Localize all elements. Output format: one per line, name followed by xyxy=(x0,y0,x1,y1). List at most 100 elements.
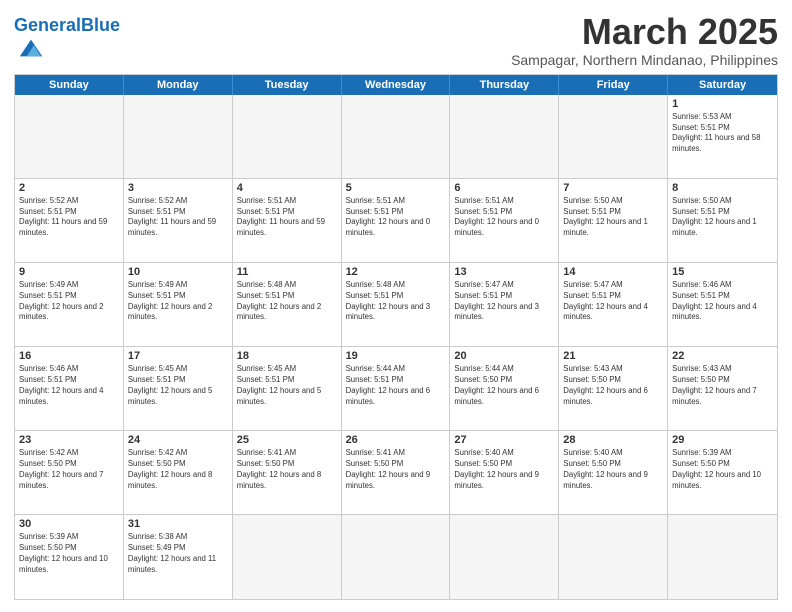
calendar-week-1: 2 Sunrise: 5:52 AMSunset: 5:51 PMDaylight… xyxy=(15,179,777,263)
page: GeneralBlue March 2025 Sampagar, Norther… xyxy=(0,0,792,612)
cell-date: 25 xyxy=(237,434,337,446)
calendar-cell-empty xyxy=(233,95,342,178)
cell-info: Sunrise: 5:38 AMSunset: 5:49 PMDaylight:… xyxy=(128,532,228,576)
cell-date: 26 xyxy=(346,434,446,446)
cell-info: Sunrise: 5:48 AMSunset: 5:51 PMDaylight:… xyxy=(237,280,337,324)
calendar-cell-29: 29 Sunrise: 5:39 AMSunset: 5:50 PMDayligh… xyxy=(668,431,777,514)
calendar-cell-16: 16 Sunrise: 5:46 AMSunset: 5:51 PMDayligh… xyxy=(15,347,124,430)
calendar-cell-15: 15 Sunrise: 5:46 AMSunset: 5:51 PMDayligh… xyxy=(668,263,777,346)
calendar-cell-empty xyxy=(450,95,559,178)
cell-date: 4 xyxy=(237,182,337,194)
logo: GeneralBlue xyxy=(14,16,120,67)
day-header-friday: Friday xyxy=(559,75,668,95)
cell-date: 24 xyxy=(128,434,228,446)
cell-info: Sunrise: 5:45 AMSunset: 5:51 PMDaylight:… xyxy=(128,364,228,408)
cell-date: 2 xyxy=(19,182,119,194)
cell-info: Sunrise: 5:48 AMSunset: 5:51 PMDaylight:… xyxy=(346,280,446,324)
cell-info: Sunrise: 5:44 AMSunset: 5:50 PMDaylight:… xyxy=(454,364,554,408)
cell-date: 7 xyxy=(563,182,663,194)
cell-date: 3 xyxy=(128,182,228,194)
calendar-cell-19: 19 Sunrise: 5:44 AMSunset: 5:51 PMDayligh… xyxy=(342,347,451,430)
calendar-cell-1: 1Sunrise: 5:53 AMSunset: 5:51 PMDaylight… xyxy=(668,95,777,178)
logo-icon xyxy=(17,34,45,62)
cell-info: Sunrise: 5:53 AMSunset: 5:51 PMDaylight:… xyxy=(672,112,773,156)
cell-date: 10 xyxy=(128,266,228,278)
cell-info: Sunrise: 5:43 AMSunset: 5:50 PMDaylight:… xyxy=(563,364,663,408)
calendar-cell-empty xyxy=(233,515,342,599)
cell-date: 11 xyxy=(237,266,337,278)
calendar-cell-empty xyxy=(342,515,451,599)
calendar: SundayMondayTuesdayWednesdayThursdayFrid… xyxy=(14,74,778,600)
calendar-cell-8: 8Sunrise: 5:50 AMSunset: 5:51 PMDaylight… xyxy=(668,179,777,262)
calendar-cell-25: 25Sunrise: 5:41 AMSunset: 5:50 PMDayligh… xyxy=(233,431,342,514)
cell-date: 20 xyxy=(454,350,554,362)
cell-info: Sunrise: 5:44 AMSunset: 5:51 PMDaylight:… xyxy=(346,364,446,408)
calendar-cell-11: 11 Sunrise: 5:48 AMSunset: 5:51 PMDayligh… xyxy=(233,263,342,346)
calendar-cell-22: 22Sunrise: 5:43 AMSunset: 5:50 PMDayligh… xyxy=(668,347,777,430)
cell-info: Sunrise: 5:47 AMSunset: 5:51 PMDaylight:… xyxy=(563,280,663,324)
cell-info: Sunrise: 5:50 AMSunset: 5:51 PMDaylight:… xyxy=(563,196,663,240)
logo-area: GeneralBlue xyxy=(14,12,120,67)
calendar-cell-12: 12 Sunrise: 5:48 AMSunset: 5:51 PMDayligh… xyxy=(342,263,451,346)
calendar-cell-23: 23Sunrise: 5:42 AMSunset: 5:50 PMDayligh… xyxy=(15,431,124,514)
cell-info: Sunrise: 5:49 AMSunset: 5:51 PMDaylight:… xyxy=(128,280,228,324)
cell-date: 19 xyxy=(346,350,446,362)
calendar-cell-31: 31Sunrise: 5:38 AMSunset: 5:49 PMDayligh… xyxy=(124,515,233,599)
logo-text: GeneralBlue xyxy=(14,16,120,34)
cell-date: 28 xyxy=(563,434,663,446)
calendar-week-3: 16 Sunrise: 5:46 AMSunset: 5:51 PMDayligh… xyxy=(15,347,777,431)
calendar-grid: 1Sunrise: 5:53 AMSunset: 5:51 PMDaylight… xyxy=(15,95,777,599)
cell-info: Sunrise: 5:39 AMSunset: 5:50 PMDaylight:… xyxy=(672,448,773,492)
calendar-week-4: 23 Sunrise: 5:42 AMSunset: 5:50 PMDayligh… xyxy=(15,431,777,515)
calendar-cell-10: 10 Sunrise: 5:49 AMSunset: 5:51 PMDayligh… xyxy=(124,263,233,346)
cell-date: 15 xyxy=(672,266,773,278)
cell-info: Sunrise: 5:51 AMSunset: 5:51 PMDaylight:… xyxy=(454,196,554,240)
cell-info: Sunrise: 5:51 AMSunset: 5:51 PMDaylight:… xyxy=(346,196,446,240)
cell-date: 6 xyxy=(454,182,554,194)
cell-date: 16 xyxy=(19,350,119,362)
cell-date: 30 xyxy=(19,518,119,530)
calendar-cell-empty xyxy=(668,515,777,599)
calendar-cell-7: 7 Sunrise: 5:50 AMSunset: 5:51 PMDaylight… xyxy=(559,179,668,262)
cell-date: 13 xyxy=(454,266,554,278)
cell-date: 29 xyxy=(672,434,773,446)
calendar-cell-13: 13Sunrise: 5:47 AMSunset: 5:51 PMDayligh… xyxy=(450,263,559,346)
logo-blue: Blue xyxy=(81,15,120,35)
cell-info: Sunrise: 5:52 AMSunset: 5:51 PMDaylight:… xyxy=(19,196,119,240)
calendar-week-2: 9Sunrise: 5:49 AMSunset: 5:51 PMDaylight… xyxy=(15,263,777,347)
calendar-cell-24: 24 Sunrise: 5:42 AMSunset: 5:50 PMDayligh… xyxy=(124,431,233,514)
calendar-cell-empty xyxy=(342,95,451,178)
cell-date: 5 xyxy=(346,182,446,194)
calendar-cell-4: 4 Sunrise: 5:51 AMSunset: 5:51 PMDaylight… xyxy=(233,179,342,262)
calendar-cell-3: 3Sunrise: 5:52 AMSunset: 5:51 PMDaylight… xyxy=(124,179,233,262)
cell-info: Sunrise: 5:42 AMSunset: 5:50 PMDaylight:… xyxy=(128,448,228,492)
calendar-cell-28: 28Sunrise: 5:40 AMSunset: 5:50 PMDayligh… xyxy=(559,431,668,514)
day-header-monday: Monday xyxy=(124,75,233,95)
cell-info: Sunrise: 5:41 AMSunset: 5:50 PMDaylight:… xyxy=(346,448,446,492)
month-title: March 2025 xyxy=(511,12,778,52)
cell-info: Sunrise: 5:46 AMSunset: 5:51 PMDaylight:… xyxy=(19,364,119,408)
cell-date: 12 xyxy=(346,266,446,278)
cell-info: Sunrise: 5:49 AMSunset: 5:51 PMDaylight:… xyxy=(19,280,119,324)
calendar-week-0: 1Sunrise: 5:53 AMSunset: 5:51 PMDaylight… xyxy=(15,95,777,179)
cell-date: 23 xyxy=(19,434,119,446)
cell-info: Sunrise: 5:45 AMSunset: 5:51 PMDaylight:… xyxy=(237,364,337,408)
cell-date: 8 xyxy=(672,182,773,194)
day-header-thursday: Thursday xyxy=(450,75,559,95)
calendar-cell-empty xyxy=(450,515,559,599)
cell-info: Sunrise: 5:46 AMSunset: 5:51 PMDaylight:… xyxy=(672,280,773,324)
day-header-sunday: Sunday xyxy=(15,75,124,95)
calendar-cell-empty xyxy=(559,515,668,599)
calendar-cell-17: 17Sunrise: 5:45 AMSunset: 5:51 PMDayligh… xyxy=(124,347,233,430)
cell-date: 21 xyxy=(563,350,663,362)
calendar-cell-5: 5 Sunrise: 5:51 AMSunset: 5:51 PMDaylight… xyxy=(342,179,451,262)
calendar-cell-empty xyxy=(15,95,124,178)
cell-info: Sunrise: 5:51 AMSunset: 5:51 PMDaylight:… xyxy=(237,196,337,240)
calendar-cell-21: 21 Sunrise: 5:43 AMSunset: 5:50 PMDayligh… xyxy=(559,347,668,430)
cell-date: 22 xyxy=(672,350,773,362)
calendar-cell-2: 2 Sunrise: 5:52 AMSunset: 5:51 PMDaylight… xyxy=(15,179,124,262)
cell-info: Sunrise: 5:40 AMSunset: 5:50 PMDaylight:… xyxy=(454,448,554,492)
calendar-cell-26: 26 Sunrise: 5:41 AMSunset: 5:50 PMDayligh… xyxy=(342,431,451,514)
calendar-cell-6: 6 Sunrise: 5:51 AMSunset: 5:51 PMDaylight… xyxy=(450,179,559,262)
logo-general: General xyxy=(14,15,81,35)
